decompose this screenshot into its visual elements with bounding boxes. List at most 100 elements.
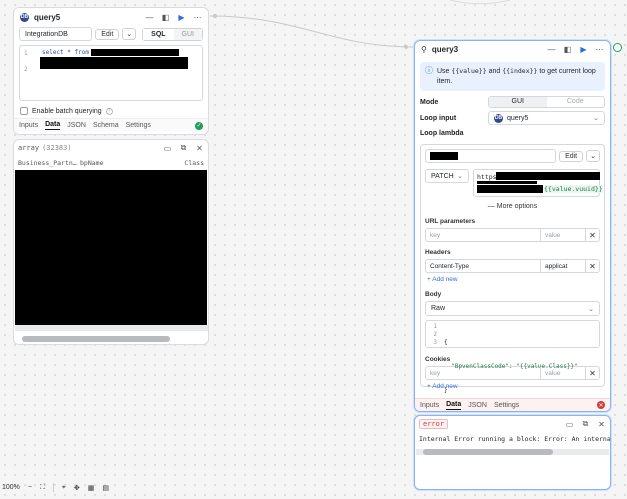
tab-inputs[interactable]: Inputs: [420, 402, 439, 409]
query5-result-panel: array (32383) ▭ ⧉ ✕ Business_Partn… bpNa…: [13, 139, 209, 345]
body-type-select[interactable]: Raw ⌄: [425, 301, 600, 316]
param-key-input[interactable]: key: [426, 229, 541, 241]
run-icon[interactable]: ▶: [579, 45, 588, 54]
mode-code-tab[interactable]: Code: [547, 97, 605, 107]
plus-icon: +: [427, 276, 431, 283]
horizontal-scrollbar[interactable]: [15, 325, 208, 331]
connection-path-faint: [449, 0, 511, 5]
loop-input-select[interactable]: DB query5 ⌄: [488, 111, 605, 125]
scrollbar-thumb[interactable]: [22, 336, 170, 342]
pan-tool-icon[interactable]: ✥: [74, 484, 80, 492]
fit-view-icon[interactable]: ⛶: [40, 484, 45, 492]
add-new-label: Add new: [432, 383, 458, 390]
method-select[interactable]: PATCH ⌄: [425, 169, 469, 183]
chevron-down-icon: ⌄: [588, 305, 594, 313]
tab-schema[interactable]: Schema: [93, 122, 119, 129]
connection-dot-out: [213, 14, 217, 18]
add-new-label: Add new: [432, 276, 458, 283]
loop-input-value: query5: [507, 114, 529, 122]
cookie-key-input[interactable]: key: [426, 367, 541, 379]
more-options-toggle[interactable]: — More options: [421, 201, 604, 212]
resource-edit-button[interactable]: Edit: [95, 28, 120, 40]
resource-dropdown-button[interactable]: ⌄: [122, 28, 137, 40]
minimize-icon[interactable]: —: [547, 45, 556, 54]
search-icon: ⚲: [421, 45, 427, 54]
cookie-value-input[interactable]: value: [541, 367, 585, 379]
zoom-out-icon[interactable]: −: [28, 484, 32, 491]
param-value-input[interactable]: value: [541, 229, 585, 241]
remove-cookie-icon[interactable]: ✕: [585, 367, 599, 379]
tab-json[interactable]: JSON: [468, 402, 487, 409]
more-icon[interactable]: ⋯: [193, 13, 202, 22]
info-text: Use: [437, 68, 452, 75]
more-icon[interactable]: ⋯: [595, 45, 604, 54]
add-header-button[interactable]: + Add new: [421, 273, 604, 286]
method-value: PATCH: [431, 172, 454, 180]
body-editor[interactable]: 1 2 3 { "BpvenClassCode": "{{value.Class…: [425, 320, 600, 394]
close-icon[interactable]: ✕: [195, 144, 204, 153]
remove-param-icon[interactable]: ✕: [585, 229, 599, 241]
lambda-resource-select[interactable]: [425, 149, 557, 163]
panel-toggle-icon[interactable]: ◧: [563, 45, 572, 54]
redacted-url-part: [496, 172, 600, 180]
tab-inputs[interactable]: Inputs: [19, 122, 38, 129]
redacted-code: [40, 57, 188, 69]
close-icon[interactable]: ✕: [597, 420, 606, 429]
error-status-icon: ✕: [597, 401, 605, 409]
query3-block[interactable]: ⚲ query3 — ◧ ▶ ⋯ ⓘ Use {{value}} and {{i…: [414, 40, 611, 412]
line-number: 2: [433, 331, 437, 338]
mode-label: Mode: [420, 98, 439, 106]
resource-select[interactable]: IntegrationDB: [19, 27, 93, 41]
select-tool-icon[interactable]: ⌖: [62, 484, 66, 492]
mode-gui-tab[interactable]: GUI: [489, 97, 547, 107]
tab-data[interactable]: Data: [45, 121, 61, 130]
lambda-dropdown-button[interactable]: ⌄: [586, 150, 600, 162]
collapse-icon[interactable]: ▭: [565, 420, 574, 429]
url-input[interactable]: https: {{value.vuuid}}: [473, 169, 603, 197]
tab-json[interactable]: JSON: [67, 122, 86, 129]
map-icon[interactable]: ▦: [88, 484, 95, 492]
panel-toggle-icon[interactable]: ◧: [161, 13, 170, 22]
query5-block[interactable]: DB query5 — ◧ ▶ ⋯ IntegrationDB Edit ⌄ S…: [13, 7, 209, 135]
url-params-label: URL parameters: [425, 218, 476, 225]
column-header[interactable]: bpName: [80, 159, 184, 167]
query3-title[interactable]: query3: [432, 45, 547, 54]
help-icon[interactable]: ?: [105, 107, 113, 115]
collapse-icon[interactable]: ▭: [163, 144, 172, 153]
output-connector[interactable]: [613, 43, 622, 52]
column-header[interactable]: Business_Partn…: [18, 159, 80, 167]
result-count: (32383): [42, 144, 72, 152]
minus-icon: —: [487, 203, 495, 210]
sql-editor[interactable]: 1 2 select * from: [19, 45, 203, 101]
scrollbar-thumb[interactable]: [423, 449, 553, 455]
tab-data[interactable]: Data: [446, 401, 462, 410]
copy-icon[interactable]: ⧉: [179, 143, 188, 153]
tab-settings[interactable]: Settings: [126, 122, 151, 129]
remove-header-icon[interactable]: ✕: [585, 260, 599, 272]
success-status-icon: ✓: [195, 121, 203, 130]
header-value-input[interactable]: applicat: [541, 260, 585, 272]
database-icon: DB: [20, 12, 29, 22]
minimize-icon[interactable]: —: [145, 13, 154, 22]
resource-name: IntegrationDB: [25, 30, 68, 38]
batch-checkbox[interactable]: [20, 107, 28, 115]
zoom-level[interactable]: 100%: [2, 484, 20, 491]
query5-header[interactable]: DB query5 — ◧ ▶ ⋯: [14, 8, 208, 26]
line-number: 1: [433, 323, 437, 330]
copy-icon[interactable]: ⧉: [581, 419, 590, 429]
run-icon[interactable]: ▶: [177, 13, 186, 22]
query5-title[interactable]: query5: [34, 13, 145, 22]
sql-code-text[interactable]: select * from: [42, 49, 89, 56]
header-key-input[interactable]: Content-Type: [426, 260, 541, 272]
mode-sql-tab[interactable]: SQL: [143, 28, 174, 40]
lambda-edit-button[interactable]: Edit: [559, 150, 584, 162]
connection-path: [209, 15, 415, 48]
loop-lambda-label: Loop lambda: [420, 130, 464, 137]
body-label: Body: [425, 291, 442, 298]
tab-settings[interactable]: Settings: [494, 402, 519, 409]
column-header[interactable]: Class: [184, 159, 204, 167]
notes-icon[interactable]: ▤: [102, 484, 109, 492]
mode-gui-tab[interactable]: GUI: [173, 28, 202, 40]
more-options-label: More options: [496, 203, 538, 210]
line-number: 3: [433, 339, 437, 346]
